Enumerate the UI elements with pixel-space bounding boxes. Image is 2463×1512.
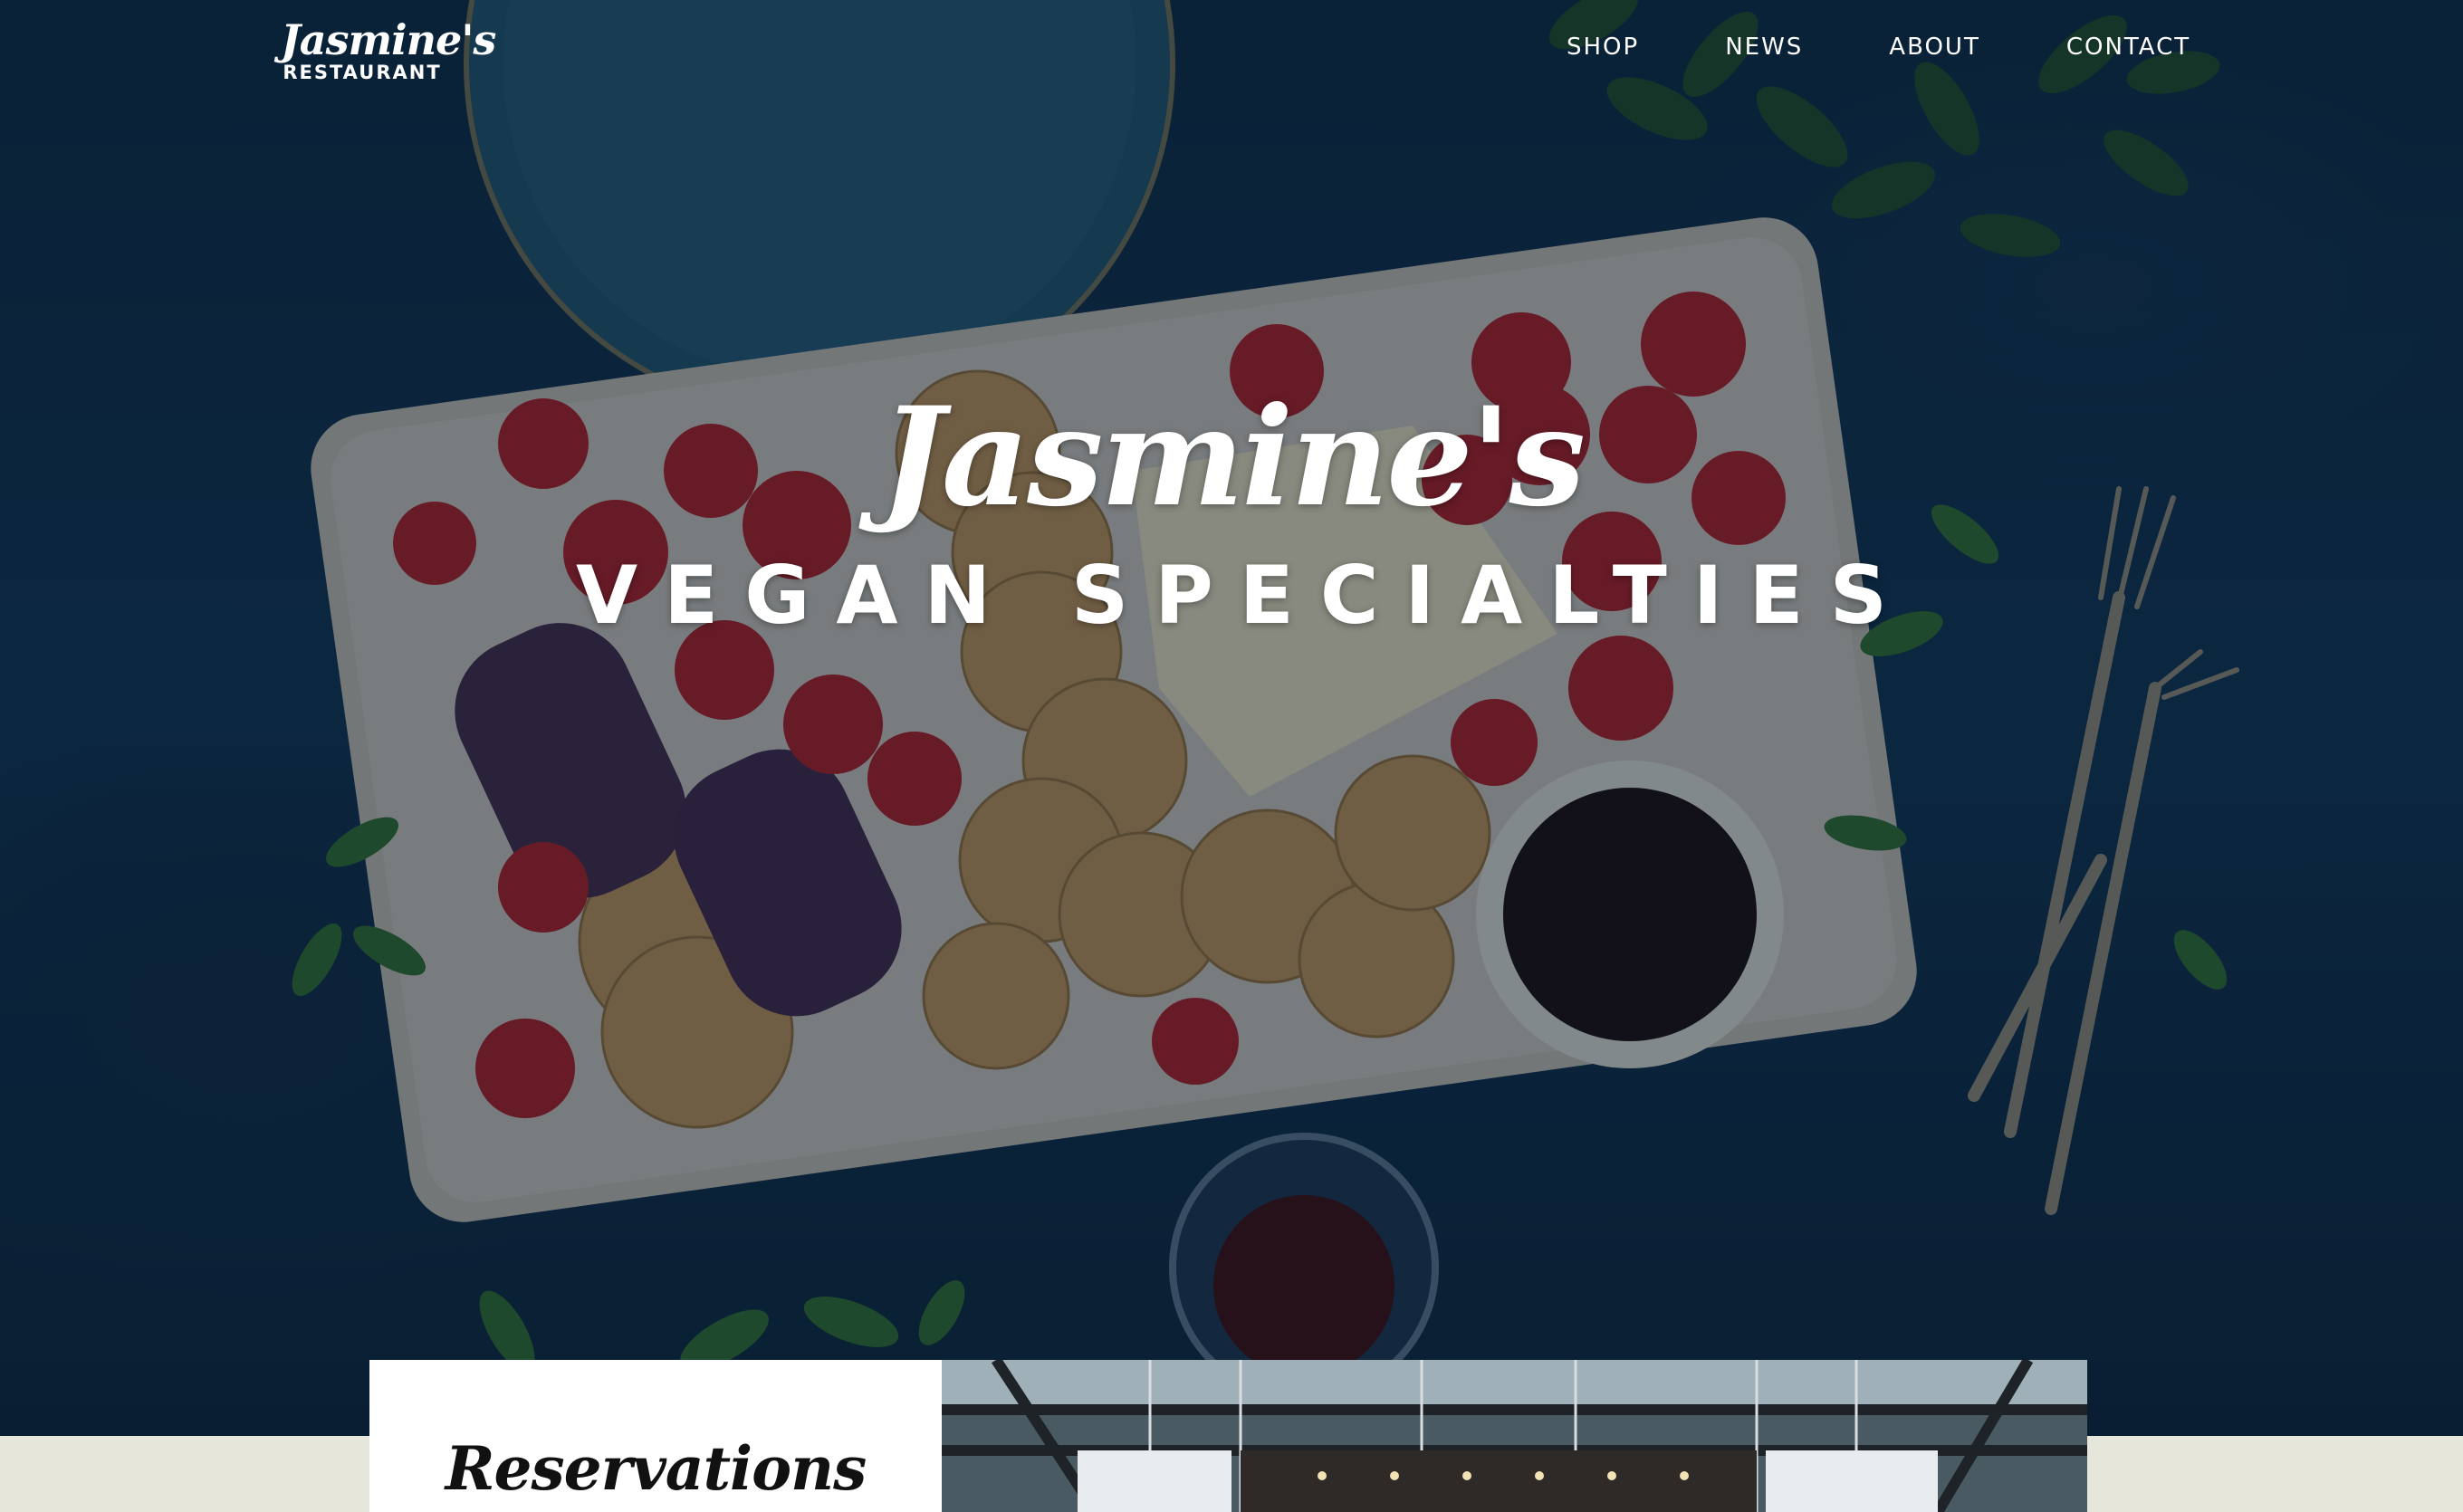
- logo-script-text: Jasmine's: [281, 15, 496, 64]
- nav-link-news[interactable]: NEWS: [1725, 31, 1803, 63]
- restaurant-logo[interactable]: Jasmine's RESTAURANT: [281, 15, 496, 83]
- hero-subtitle: VEGAN SPECIALTIES: [575, 549, 1914, 642]
- reservations-title: Reservations: [445, 1433, 867, 1504]
- reservations-card: Reservations: [369, 1360, 942, 1512]
- logo-subtitle-text: RESTAURANT: [283, 62, 442, 83]
- nav-link-shop[interactable]: SHOP: [1567, 31, 1639, 63]
- nav-link-about[interactable]: ABOUT: [1889, 31, 1980, 63]
- restaurant-interior-illustration: [942, 1360, 2087, 1512]
- hero-background-image: [0, 0, 2463, 1436]
- main-navigation: SHOP NEWS ABOUT CONTACT: [1567, 31, 2190, 63]
- hero-section: Jasmine's RESTAURANT SHOP NEWS ABOUT CON…: [0, 0, 2463, 1436]
- restaurant-interior-image: [942, 1360, 2087, 1512]
- hero-title: Jasmine's: [879, 378, 1586, 537]
- nav-link-contact[interactable]: CONTACT: [2066, 31, 2190, 63]
